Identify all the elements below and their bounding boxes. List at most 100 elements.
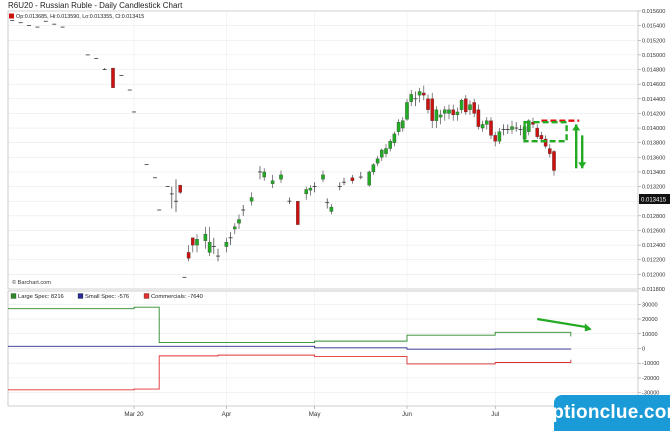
u-ytick-label: 0.014400 <box>642 97 665 103</box>
l-ytick-label: 20000 <box>642 317 658 323</box>
candle-body <box>304 189 308 195</box>
candle-body <box>476 109 481 127</box>
candle-body <box>438 114 443 118</box>
candle-body <box>191 237 195 246</box>
candle-body <box>375 158 380 164</box>
upper-panel: 0.015600 0.015400 0.015200 0.015000 0.014800… <box>7 9 670 293</box>
x-tick-label: May <box>309 411 322 418</box>
candle-body <box>548 148 552 154</box>
candle-body <box>447 109 451 114</box>
x-axis: Mar 20 Apr May Jun Jul <box>124 406 499 418</box>
candle-body <box>552 151 556 171</box>
candle-body <box>308 187 313 191</box>
u-ytick-label: 0.014600 <box>642 82 665 88</box>
candle-body <box>434 109 439 121</box>
lower-panel: 3000020000100000-10000-20000-30000 Large… <box>7 290 659 407</box>
u-ytick-label: 0.015000 <box>642 53 665 59</box>
candle-body <box>233 226 237 230</box>
candle-body <box>380 149 384 158</box>
candle-body <box>195 239 199 246</box>
candle-body <box>203 233 208 241</box>
candle-body <box>178 184 182 193</box>
candle-body <box>485 120 489 125</box>
candle-body <box>237 219 241 224</box>
candle-body <box>186 252 191 259</box>
x-tick-label: Apr <box>222 411 232 418</box>
candle <box>296 201 300 225</box>
u-ytick-label: 0.012600 <box>642 228 665 234</box>
legend-label: Commercials: -7640 <box>151 294 203 300</box>
u-ytick-label: 0.013800 <box>642 141 665 147</box>
candle-body <box>296 201 300 225</box>
l-ytick-label: 30000 <box>642 302 658 308</box>
legend-label: Large Spec: 8216 <box>18 294 64 300</box>
candle-body <box>430 98 434 121</box>
l-ytick-label: 10000 <box>642 332 658 338</box>
candle-body <box>417 91 422 96</box>
legend-label: Small Spec: -576 <box>85 294 129 300</box>
last-price-marker: 0.013415 <box>639 194 670 204</box>
last-price-label: 0.013415 <box>641 198 667 204</box>
credit-label: © Barchart.com <box>12 279 51 286</box>
candle-body <box>224 242 229 247</box>
watermark-logo: optionclue.com <box>540 395 670 431</box>
u-ytick-label: 0.015400 <box>642 24 665 30</box>
candle-body <box>535 127 539 137</box>
u-ytick-label: 0.012800 <box>642 214 665 220</box>
u-ytick-label: 0.013200 <box>642 185 665 191</box>
candle-body <box>455 111 460 116</box>
u-ytick-label: 0.012400 <box>642 243 665 249</box>
u-ytick-label: 0.014800 <box>642 68 665 74</box>
u-ytick-label: 0.012200 <box>642 258 665 264</box>
candle-body <box>249 197 254 202</box>
candle-body <box>497 131 502 142</box>
candle-body <box>367 171 371 186</box>
legend-swatch <box>10 293 17 299</box>
x-tick-label: Mar 20 <box>124 411 144 418</box>
legend-swatch <box>143 293 150 299</box>
u-ytick-label: 0.015200 <box>642 38 665 44</box>
candle-body <box>321 174 325 180</box>
candle-body <box>262 171 266 178</box>
candle-body <box>388 141 392 149</box>
candle-body <box>443 109 447 114</box>
candle-body <box>371 164 376 173</box>
upper-plot-area <box>7 10 639 290</box>
candle-body <box>464 98 468 113</box>
candle-body <box>539 135 544 140</box>
candle-body <box>510 126 514 130</box>
l-ytick-label: -10000 <box>642 361 659 367</box>
candle-body <box>350 177 355 181</box>
ohlc-marker <box>9 13 14 19</box>
l-ytick-label: 0 <box>642 347 645 353</box>
candle-body <box>329 206 334 212</box>
candle-body <box>396 122 401 132</box>
candle-body <box>111 67 115 88</box>
x-tick-label: Jun <box>402 411 413 418</box>
candle-body <box>279 174 283 180</box>
candle <box>178 184 182 194</box>
candle-body <box>426 98 430 110</box>
legend-swatch <box>77 293 84 299</box>
candle-body <box>489 120 493 136</box>
u-ytick-label: 0.014200 <box>642 111 665 117</box>
candle <box>367 170 371 187</box>
chart-canvas: 0.015600 0.015400 0.015200 0.015000 0.014800… <box>7 9 670 418</box>
candle-body <box>392 133 397 143</box>
candle <box>111 67 115 88</box>
u-ytick-label: 0.012000 <box>642 272 665 278</box>
x-tick-label: Jul <box>491 411 499 418</box>
candle-body <box>422 92 426 96</box>
candle-body <box>472 102 476 114</box>
candle-body <box>405 102 409 120</box>
u-ytick-label: 0.011800 <box>642 287 665 293</box>
candle-body <box>459 100 464 110</box>
l-ytick-label: -20000 <box>642 376 659 382</box>
candle-body <box>270 180 275 184</box>
candle-body <box>409 94 413 102</box>
cot-legend: Large Spec: 8216 Small Spec: -576 Commerci… <box>10 293 203 300</box>
candle-body <box>451 109 455 116</box>
ohlc-label: Op:0.013685, Hi:0.013590, Lo:0.013355, C… <box>16 14 144 20</box>
candle-body <box>401 120 405 129</box>
u-ytick-label: 0.014000 <box>642 126 665 132</box>
